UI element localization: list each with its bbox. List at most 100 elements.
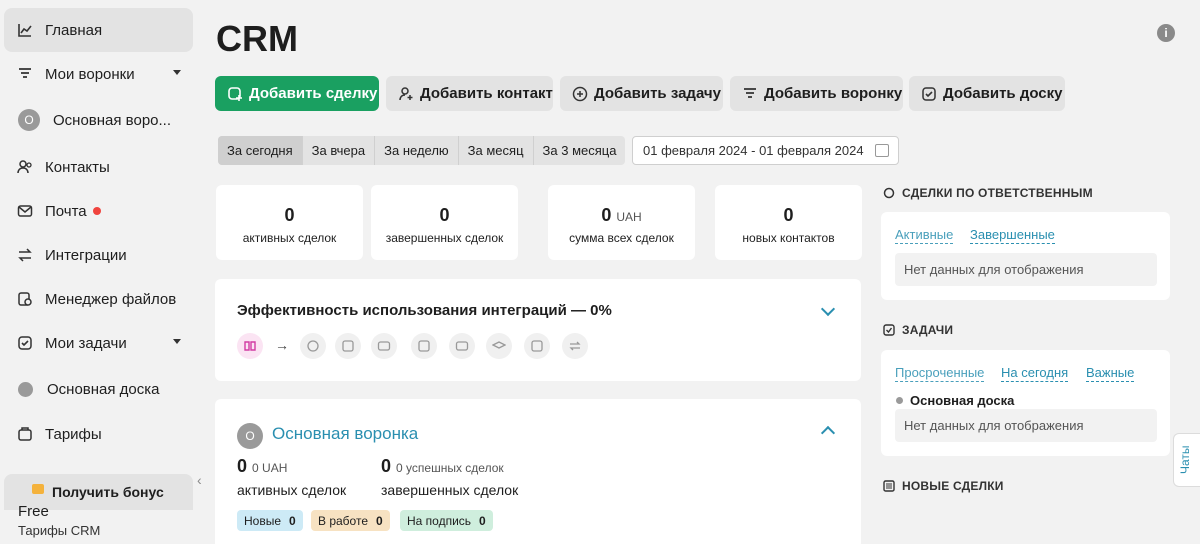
info-icon[interactable]: i bbox=[1157, 24, 1175, 42]
stat-completed-deals: 0 завершенных сделок bbox=[371, 185, 518, 260]
add-task-button[interactable]: Добавить задачу bbox=[560, 76, 723, 111]
sidebar-item-tariffs[interactable]: Тарифы bbox=[4, 412, 193, 456]
tab-completed[interactable]: Завершенные bbox=[970, 227, 1055, 244]
tasks-integration-icon[interactable] bbox=[524, 333, 550, 359]
chat-integration-icon[interactable] bbox=[300, 333, 326, 359]
stat-label: новых контактов bbox=[742, 231, 835, 245]
chevron-down-icon[interactable] bbox=[173, 70, 181, 75]
education-integration-icon[interactable] bbox=[486, 333, 512, 359]
stage-label: Новые bbox=[244, 513, 282, 528]
funnel-card: О Основная воронка 0 0 UAH активных сдел… bbox=[215, 399, 861, 544]
stat-value: 0 bbox=[783, 205, 794, 225]
stat-deals-sum: 0 UAH сумма всех сделок bbox=[548, 185, 695, 260]
stage-label: На подпись bbox=[407, 513, 472, 528]
chats-tab[interactable]: Чаты bbox=[1173, 433, 1200, 487]
funnel-active-count: 0 0 UAH bbox=[237, 456, 287, 477]
plan-subtitle[interactable]: Тарифы CRM bbox=[18, 523, 100, 538]
sidebar-item-label: Тарифы bbox=[45, 425, 102, 443]
bonus-label: Получить бонус bbox=[52, 484, 164, 500]
stage-count: 0 bbox=[376, 513, 383, 528]
stat-value: 0 bbox=[601, 205, 612, 225]
date-range-picker[interactable]: 01 февраля 2024 - 01 февраля 2024 bbox=[632, 136, 899, 165]
add-funnel-button[interactable]: Добавить воронку bbox=[730, 76, 903, 111]
sidebar-item-main-funnel[interactable]: О Основная воро... bbox=[4, 98, 193, 142]
period-week[interactable]: За неделю bbox=[375, 136, 459, 165]
sidebar-item-label: Менеджер файлов bbox=[45, 290, 177, 308]
add-board-button[interactable]: Добавить доску bbox=[909, 76, 1065, 111]
add-board-label: Добавить доску bbox=[943, 85, 1063, 102]
funnel-done-count: 0 0 успешных сделок bbox=[381, 456, 504, 477]
plan-name: Free bbox=[18, 503, 49, 520]
sidebar-item-label: Основная воро... bbox=[53, 111, 172, 129]
calendar-integration-icon[interactable] bbox=[411, 333, 437, 359]
stat-value: 0 bbox=[439, 205, 450, 225]
empty-state: Нет данных для отображения bbox=[895, 253, 1157, 286]
add-contact-label: Добавить контакт bbox=[420, 85, 553, 102]
arrow-right-icon: → bbox=[275, 337, 289, 353]
board-name: Основная доска bbox=[910, 393, 1015, 408]
sidebar-item-label: Почта bbox=[45, 202, 87, 220]
funnels-integration-icon[interactable] bbox=[237, 333, 263, 359]
checkbox-icon bbox=[883, 324, 895, 336]
sidebar-item-label: Мои задачи bbox=[45, 334, 127, 352]
sidebar-item-files[interactable]: Менеджер файлов bbox=[4, 277, 193, 321]
sync-integration-icon[interactable] bbox=[562, 333, 588, 359]
sidebar-item-funnels[interactable]: Мои воронки bbox=[4, 52, 193, 96]
chevron-up-icon[interactable] bbox=[820, 425, 836, 441]
sidebar-item-mail[interactable]: Почта bbox=[4, 189, 193, 233]
date-range-value: 01 февраля 2024 - 01 февраля 2024 bbox=[643, 143, 864, 158]
chevron-down-icon[interactable] bbox=[820, 301, 836, 317]
tab-important[interactable]: Важные bbox=[1086, 365, 1135, 382]
add-contact-button[interactable]: Добавить контакт bbox=[386, 76, 553, 111]
sidebar-item-label: Контакты bbox=[45, 158, 110, 176]
add-deal-button[interactable]: Добавить сделку bbox=[215, 76, 379, 111]
section-title-text: ЗАДАЧИ bbox=[902, 323, 954, 337]
add-deal-label: Добавить сделку bbox=[249, 85, 378, 102]
calendar-icon[interactable] bbox=[875, 144, 889, 157]
board-label: Основная доска bbox=[896, 393, 1014, 408]
chevron-down-icon[interactable] bbox=[173, 339, 181, 344]
unread-dot-icon bbox=[92, 207, 101, 215]
add-board-icon bbox=[921, 86, 937, 102]
sidebar: Главная Мои воронки О Основная воро... К… bbox=[0, 0, 202, 544]
sidebar-item-tasks[interactable]: Мои задачи bbox=[4, 321, 193, 365]
files-icon bbox=[16, 290, 34, 308]
sidebar-item-home[interactable]: Главная bbox=[4, 8, 193, 52]
funnel-done-sub: 0 успешных сделок bbox=[396, 461, 504, 475]
stage-badge-new[interactable]: Новые 0 bbox=[237, 510, 303, 531]
period-3-months[interactable]: За 3 месяца bbox=[534, 136, 626, 165]
gift-icon bbox=[32, 484, 44, 494]
stage-badge-for-signing[interactable]: На подпись 0 bbox=[400, 510, 493, 531]
chats-label: Чаты bbox=[1178, 445, 1192, 474]
period-month[interactable]: За месяц bbox=[459, 136, 534, 165]
add-deal-icon bbox=[227, 86, 243, 102]
deals-by-owner-card: Активные Завершенные Нет данных для отоб… bbox=[881, 212, 1170, 300]
wallet-integration-icon[interactable] bbox=[449, 333, 475, 359]
period-today[interactable]: За сегодня bbox=[218, 136, 303, 165]
section-title-text: НОВЫЕ СДЕЛКИ bbox=[902, 479, 1004, 493]
stat-value: 0 bbox=[284, 205, 295, 225]
tab-today[interactable]: На сегодня bbox=[1001, 365, 1069, 382]
tab-active[interactable]: Активные bbox=[895, 227, 954, 244]
collapse-sidebar-icon[interactable]: ‹ bbox=[197, 472, 202, 488]
page-title: CRM bbox=[216, 18, 298, 59]
form-integration-icon[interactable] bbox=[335, 333, 361, 359]
sidebar-item-integrations[interactable]: Интеграции bbox=[4, 233, 193, 277]
card-integration-icon[interactable] bbox=[371, 333, 397, 359]
stage-badge-in-progress[interactable]: В работе 0 bbox=[311, 510, 390, 531]
efficiency-title: Эффективность использования интеграций —… bbox=[237, 302, 612, 319]
mail-icon bbox=[16, 202, 34, 220]
tab-overdue[interactable]: Просроченные bbox=[895, 365, 985, 382]
stage-count: 0 bbox=[289, 513, 296, 528]
section-title-text: СДЕЛКИ ПО ОТВЕТСТВЕННЫМ bbox=[902, 186, 1093, 200]
period-tabs: За сегодня За вчера За неделю За месяц З… bbox=[218, 136, 626, 165]
sidebar-item-main-board[interactable]: Основная доска bbox=[4, 367, 193, 411]
funnel-name-link[interactable]: Основная воронка bbox=[272, 424, 418, 444]
period-yesterday[interactable]: За вчера bbox=[303, 136, 376, 165]
stat-new-contacts: 0 новых контактов bbox=[715, 185, 862, 260]
sidebar-item-contacts[interactable]: Контакты bbox=[4, 145, 193, 189]
contacts-icon bbox=[16, 158, 34, 176]
sidebar-item-label: Мои воронки bbox=[45, 65, 135, 83]
tariffs-icon bbox=[16, 425, 34, 443]
tasks-icon bbox=[16, 334, 34, 352]
